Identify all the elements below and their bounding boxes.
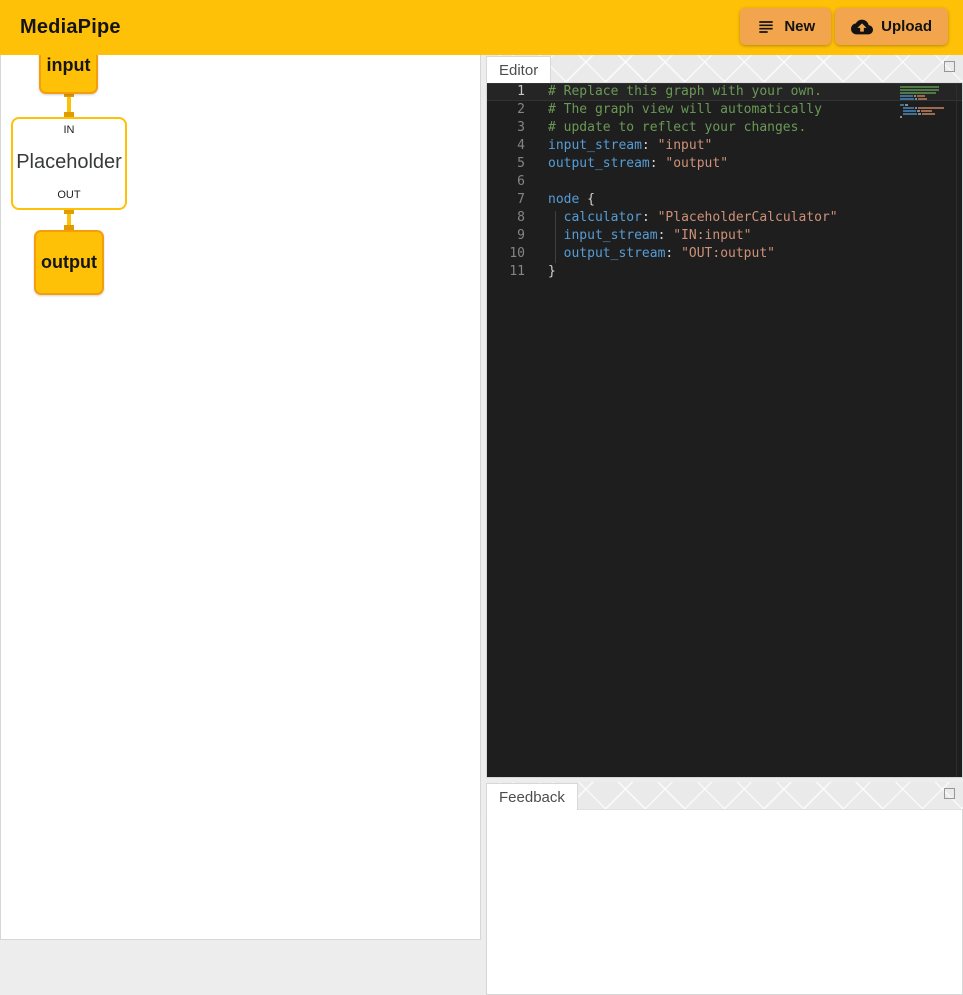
minimap[interactable] — [900, 86, 946, 119]
line-number: 8 — [487, 209, 535, 227]
graph-node-placeholder[interactable]: IN Placeholder OUT — [11, 117, 127, 210]
header-buttons: New Upload — [740, 8, 948, 45]
minimap-line — [900, 86, 946, 88]
editor-scrollbar-track — [956, 83, 957, 777]
line-number: 1 — [487, 83, 535, 101]
minimap-line — [900, 116, 946, 118]
feedback-panel: Feedback — [486, 782, 963, 995]
new-button[interactable]: New — [740, 8, 831, 45]
code-line[interactable]: 3# update to reflect your changes. — [487, 119, 962, 137]
line-number: 2 — [487, 101, 535, 119]
code-line[interactable]: 9 input_stream: "IN:input" — [487, 227, 962, 245]
editor-tabbar: Editor — [486, 55, 963, 83]
line-number: 7 — [487, 191, 535, 209]
code-area: 1# Replace this graph with your own.2# T… — [487, 83, 962, 281]
line-number: 11 — [487, 263, 535, 281]
minimap-line — [900, 92, 946, 94]
feedback-tabbar: Feedback — [486, 782, 963, 810]
line-number: 5 — [487, 155, 535, 173]
minimap-line — [900, 110, 946, 112]
tab-editor[interactable]: Editor — [486, 56, 551, 83]
new-list-icon — [756, 17, 776, 37]
minimap-line — [900, 98, 946, 100]
app-header: MediaPipe New Upload — [0, 0, 963, 55]
line-number: 6 — [487, 173, 535, 191]
graph-node-output[interactable]: output — [34, 230, 104, 295]
upload-button[interactable]: Upload — [835, 8, 948, 45]
indent-guide — [555, 211, 556, 263]
editor-panel: Editor 1# Replace this graph with your o… — [486, 55, 963, 778]
graph-panel: Graph input IN Placeholder OUT output — [0, 0, 481, 940]
minimap-line — [900, 113, 946, 115]
feedback-content — [486, 810, 963, 995]
code-line[interactable]: 10 output_stream: "OUT:output" — [487, 245, 962, 263]
tab-editor-label: Editor — [499, 62, 538, 79]
node-output-label: output — [41, 252, 97, 273]
code-line[interactable]: 5output_stream: "output" — [487, 155, 962, 173]
minimap-line — [900, 95, 946, 97]
placeholder-label: Placeholder — [16, 151, 122, 174]
minimap-line — [900, 101, 946, 103]
new-button-label: New — [784, 18, 815, 35]
code-line[interactable]: 8 calculator: "PlaceholderCalculator" — [487, 209, 962, 227]
minimap-line — [900, 107, 946, 109]
line-number: 4 — [487, 137, 535, 155]
minimap-line — [900, 89, 946, 91]
feedback-maximize-icon[interactable] — [944, 788, 955, 799]
upload-button-label: Upload — [881, 18, 932, 35]
graph-canvas[interactable]: input IN Placeholder OUT output — [0, 28, 481, 940]
minimap-line — [900, 104, 946, 106]
cloud-upload-icon — [851, 16, 873, 38]
code-line[interactable]: 11} — [487, 263, 962, 281]
line-number: 9 — [487, 227, 535, 245]
code-line[interactable]: 4input_stream: "input" — [487, 137, 962, 155]
tab-feedback[interactable]: Feedback — [486, 783, 578, 810]
placeholder-in-port: IN — [64, 124, 75, 136]
code-line[interactable]: 6 — [487, 173, 962, 191]
line-number: 10 — [487, 245, 535, 263]
code-editor[interactable]: 1# Replace this graph with your own.2# T… — [486, 83, 963, 778]
app-title: MediaPipe — [20, 16, 121, 39]
line-number: 3 — [487, 119, 535, 137]
code-line[interactable]: 1# Replace this graph with your own. — [487, 83, 962, 101]
code-line[interactable]: 7node { — [487, 191, 962, 209]
placeholder-out-port: OUT — [57, 189, 80, 201]
tab-feedback-label: Feedback — [499, 789, 565, 806]
editor-maximize-icon[interactable] — [944, 61, 955, 72]
node-input-label: input — [47, 55, 91, 76]
code-line[interactable]: 2# The graph view will automatically — [487, 101, 962, 119]
